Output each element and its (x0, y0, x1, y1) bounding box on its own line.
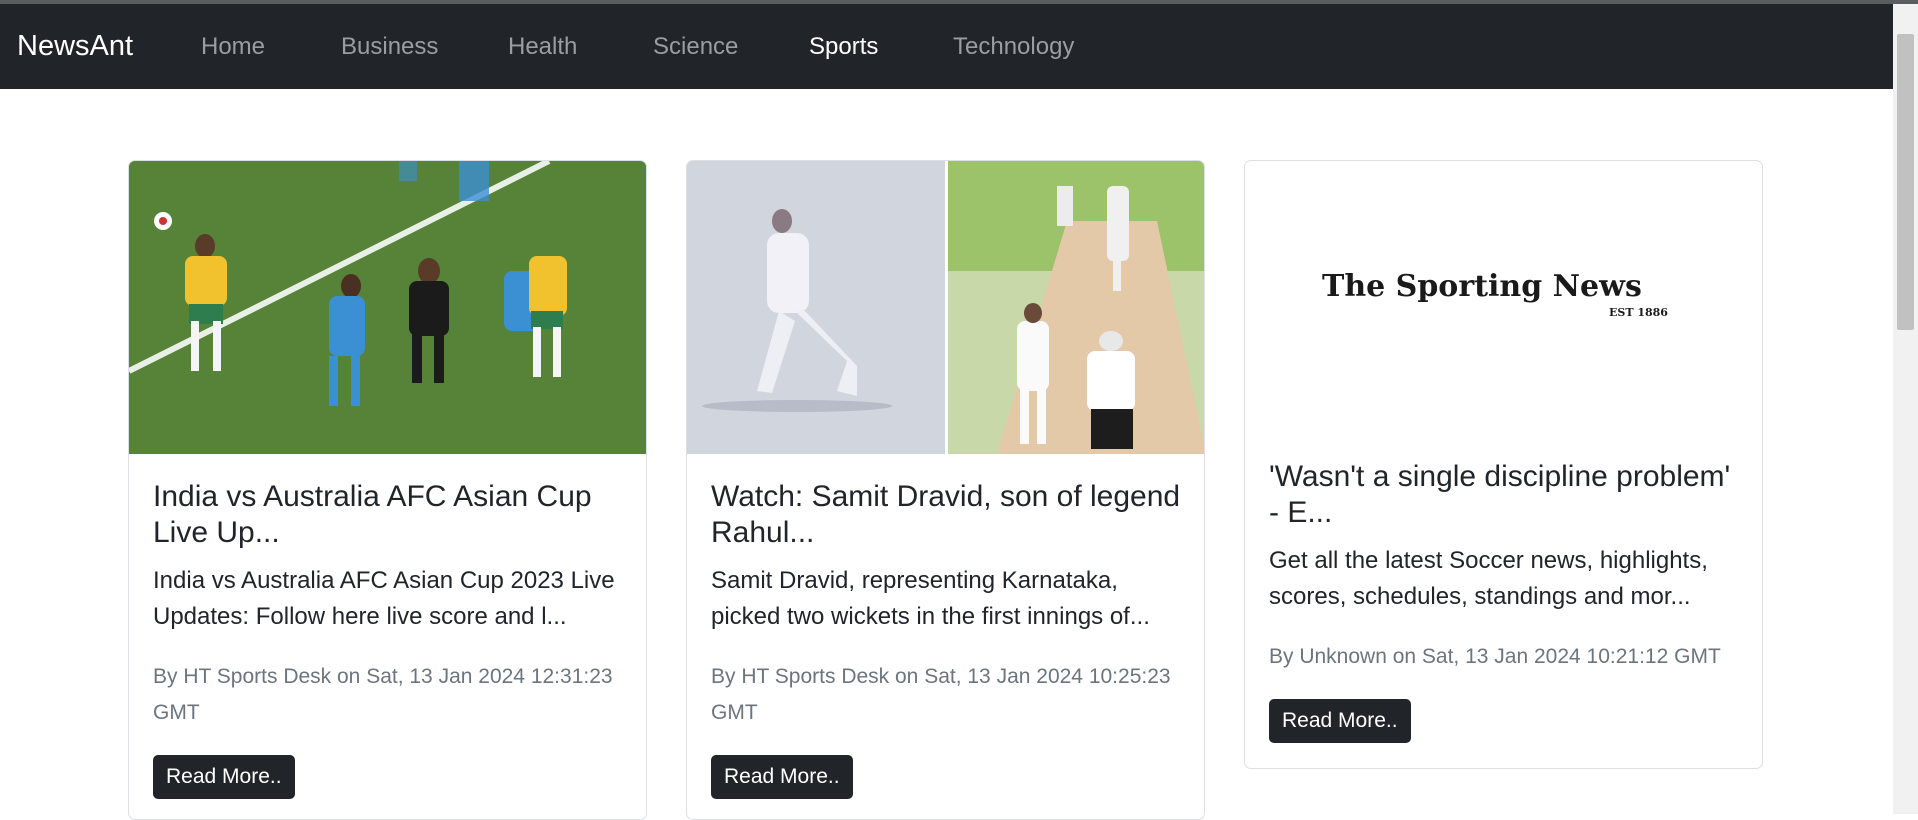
read-more-button[interactable]: Read More.. (153, 755, 295, 799)
card-meta: By HT Sports Desk on Sat, 13 Jan 2024 12… (153, 665, 613, 724)
nav-link-science[interactable]: Science (653, 4, 738, 89)
soccer-match-image (129, 161, 646, 454)
sporting-news-logo-est: EST 1886 (1609, 306, 1668, 319)
page-scrollbar[interactable] (1893, 4, 1918, 814)
sporting-news-logo: The Sporting News (1322, 269, 1642, 304)
nav-link-business[interactable]: Business (341, 4, 438, 89)
brand-logo-link[interactable]: NewsAnt (17, 4, 133, 89)
read-more-button[interactable]: Read More.. (711, 755, 853, 799)
read-more-button[interactable]: Read More.. (1269, 699, 1411, 743)
card-title: India vs Australia AFC Asian Cup Live Up… (153, 480, 592, 549)
nav-link-sports[interactable]: Sports (809, 4, 878, 89)
cricket-bowler-image (687, 161, 1204, 454)
news-card: India vs Australia AFC Asian Cup Live Up… (128, 160, 647, 820)
card-description: Samit Dravid, representing Karnataka, pi… (711, 567, 1150, 630)
top-navbar: NewsAnt Home Business Health Science Spo… (0, 4, 1918, 89)
card-description: Get all the latest Soccer news, highligh… (1269, 547, 1708, 610)
card-meta: By Unknown on Sat, 13 Jan 2024 10:21:12 … (1269, 645, 1721, 668)
nav-link-home[interactable]: Home (201, 4, 265, 89)
card-title: Watch: Samit Dravid, son of legend Rahul… (711, 480, 1181, 549)
card-title: 'Wasn't a single discipline problem' - E… (1269, 460, 1731, 529)
scrollbar-thumb[interactable] (1897, 34, 1914, 330)
nav-link-technology[interactable]: Technology (953, 4, 1074, 89)
card-description: India vs Australia AFC Asian Cup 2023 Li… (153, 567, 615, 630)
news-card: The Sporting News EST 1886 'Wasn't a sin… (1244, 160, 1763, 769)
sporting-news-logo-image: The Sporting News EST 1886 (1245, 161, 1762, 434)
news-card: Watch: Samit Dravid, son of legend Rahul… (686, 160, 1205, 820)
card-meta: By HT Sports Desk on Sat, 13 Jan 2024 10… (711, 665, 1171, 724)
nav-link-health[interactable]: Health (508, 4, 577, 89)
